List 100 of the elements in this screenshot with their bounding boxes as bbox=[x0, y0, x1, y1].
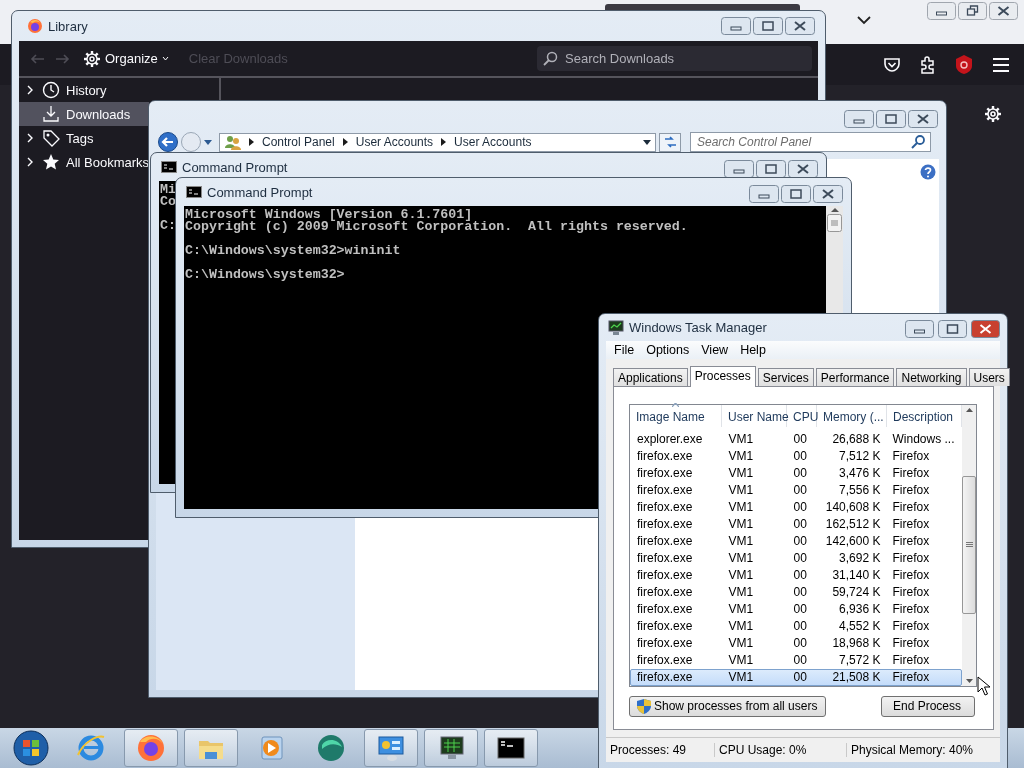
chevron-down-icon[interactable] bbox=[856, 15, 872, 25]
sidebar-item[interactable]: History bbox=[19, 78, 149, 102]
dropdown-arrow-icon[interactable] bbox=[643, 139, 651, 145]
sphere-icon[interactable] bbox=[316, 733, 346, 763]
sidebar-item[interactable]: Downloads bbox=[19, 102, 149, 126]
puzzle-icon[interactable] bbox=[919, 55, 936, 74]
window-title: Windows Task Manager bbox=[629, 320, 767, 335]
sidebar-item[interactable]: All Bookmarks bbox=[19, 150, 149, 174]
minimize-button[interactable] bbox=[749, 185, 779, 203]
table-row[interactable]: firefox.exe VM1 00 59,724 K Firefox bbox=[630, 583, 962, 601]
taskbar-button[interactable] bbox=[484, 729, 538, 767]
close-button[interactable] bbox=[788, 160, 818, 178]
table-row[interactable]: firefox.exe VM1 00 162,512 K Firefox bbox=[630, 515, 962, 533]
table-cell-text: firefox.exe bbox=[636, 568, 694, 583]
search-field[interactable]: Search Downloads bbox=[537, 46, 812, 71]
table-row[interactable]: firefox.exe VM1 00 7,556 K Firefox bbox=[630, 481, 962, 499]
minimize-button[interactable] bbox=[844, 110, 874, 128]
menu-item[interactable]: View bbox=[695, 342, 735, 357]
console-text: Co bbox=[160, 196, 176, 208]
table-row[interactable]: firefox.exe VM1 00 7,572 K Firefox bbox=[630, 651, 962, 669]
maximize-button[interactable] bbox=[756, 160, 786, 178]
table-cell-text: 7,556 K bbox=[838, 483, 882, 498]
table-cell-text: 3,692 K bbox=[838, 551, 882, 566]
pocket-icon[interactable] bbox=[883, 56, 901, 73]
menu-item[interactable]: File bbox=[608, 342, 641, 357]
menu-item[interactable]: Help bbox=[734, 342, 772, 357]
back-button[interactable] bbox=[158, 132, 178, 152]
taskbar-button[interactable] bbox=[424, 729, 478, 767]
scroll-down-icon[interactable] bbox=[965, 678, 973, 683]
tab[interactable]: Performance bbox=[815, 367, 895, 386]
maximize-button[interactable] bbox=[753, 17, 783, 35]
column-header[interactable]: Memory (... bbox=[817, 404, 887, 427]
table-row[interactable]: firefox.exe VM1 00 140,608 K Firefox bbox=[630, 498, 962, 516]
settings-icon[interactable] bbox=[984, 105, 1002, 123]
column-header[interactable]: Image Name bbox=[630, 404, 722, 427]
sidebar-item[interactable]: Tags bbox=[19, 126, 149, 150]
scroll-thumb[interactable] bbox=[962, 475, 976, 614]
maximize-button[interactable] bbox=[938, 319, 967, 338]
restore-button[interactable] bbox=[958, 2, 987, 20]
maximize-button[interactable] bbox=[781, 185, 811, 203]
grip-icon bbox=[965, 542, 973, 548]
refresh-button[interactable] bbox=[659, 132, 681, 152]
table-cell-text: firefox.exe bbox=[636, 449, 694, 464]
column-header[interactable]: User Name bbox=[722, 404, 787, 427]
breadcrumb-item[interactable]: Control Panel bbox=[262, 135, 335, 149]
console-text: Mi bbox=[160, 184, 176, 196]
breadcrumb-item[interactable]: User Accounts bbox=[355, 135, 434, 149]
table-row[interactable]: firefox.exe VM1 00 21,508 K Firefox bbox=[630, 668, 962, 686]
table-row[interactable]: firefox.exe VM1 00 3,476 K Firefox bbox=[630, 464, 962, 482]
breadcrumb-arrow-icon[interactable] bbox=[249, 138, 254, 146]
tab[interactable]: Networking bbox=[896, 367, 967, 386]
table-row[interactable]: firefox.exe VM1 00 4,552 K Firefox bbox=[630, 617, 962, 635]
search-field[interactable]: Search Control Panel bbox=[690, 132, 931, 152]
close-button[interactable] bbox=[813, 185, 843, 203]
table-row[interactable]: firefox.exe VM1 00 142,600 K Firefox bbox=[630, 532, 962, 550]
tab[interactable]: Users bbox=[968, 367, 1010, 386]
close-button[interactable] bbox=[971, 319, 1000, 338]
address-bar[interactable]: Control Panel User Accounts User Accounts bbox=[219, 132, 656, 152]
breadcrumb-arrow-icon[interactable] bbox=[441, 138, 447, 146]
table-cell-text: Firefox bbox=[891, 568, 931, 583]
shield-icon bbox=[636, 697, 652, 715]
table-row[interactable]: explorer.exe VM1 00 26,688 K Windows ... bbox=[630, 430, 962, 448]
organize-button[interactable]: Organize bbox=[79, 47, 173, 70]
table-row[interactable]: firefox.exe VM1 00 18,968 K Firefox bbox=[630, 634, 962, 652]
help-icon[interactable] bbox=[920, 164, 936, 180]
show-processes-button[interactable]: Show processes from all users bbox=[629, 695, 827, 717]
table-row[interactable]: firefox.exe VM1 00 7,512 K Firefox bbox=[630, 447, 962, 465]
close-button[interactable] bbox=[785, 17, 815, 35]
cursor-icon bbox=[977, 676, 991, 696]
scroll-up-icon[interactable] bbox=[965, 407, 973, 412]
table-row[interactable]: firefox.exe VM1 00 6,936 K Firefox bbox=[630, 600, 962, 618]
console-text: Copyright (c) 2009 Microsoft Corporation. All rights reserved. bbox=[185, 221, 688, 233]
minimize-button[interactable] bbox=[724, 160, 754, 178]
arrows-icon bbox=[662, 135, 678, 149]
column-header[interactable]: CPU bbox=[787, 404, 817, 427]
breadcrumb-item[interactable]: User Accounts bbox=[454, 135, 532, 149]
shield-icon[interactable] bbox=[954, 54, 974, 75]
tab[interactable]: Services bbox=[757, 367, 814, 386]
table-row[interactable]: firefox.exe VM1 00 3,692 K Firefox bbox=[630, 549, 962, 567]
start-button[interactable] bbox=[13, 730, 49, 766]
tab[interactable]: Processes bbox=[689, 365, 756, 387]
maximize-button[interactable] bbox=[876, 110, 906, 128]
close-button[interactable] bbox=[908, 110, 938, 128]
minimize-button[interactable] bbox=[721, 17, 751, 35]
table-row[interactable]: firefox.exe VM1 00 31,140 K Firefox bbox=[630, 566, 962, 584]
table-cell-text: 00 bbox=[792, 432, 808, 447]
console-text: C:\Windows\system32> bbox=[185, 269, 345, 281]
scrollbar[interactable] bbox=[962, 404, 976, 686]
end-process-button[interactable]: End Process bbox=[881, 695, 975, 717]
close-button[interactable] bbox=[989, 2, 1018, 20]
table-cell-text: 00 bbox=[792, 551, 808, 566]
gear-icon bbox=[83, 49, 101, 68]
menu-icon[interactable] bbox=[992, 55, 1010, 74]
menu-item[interactable]: Options bbox=[640, 342, 696, 357]
table-cell-text: Firefox bbox=[891, 636, 931, 651]
scroll-thumb[interactable] bbox=[827, 214, 842, 232]
tab[interactable]: Applications bbox=[613, 367, 688, 386]
breadcrumb-arrow-icon[interactable] bbox=[342, 138, 348, 146]
table-cell-text: 00 bbox=[792, 653, 808, 668]
star-icon bbox=[42, 153, 60, 171]
